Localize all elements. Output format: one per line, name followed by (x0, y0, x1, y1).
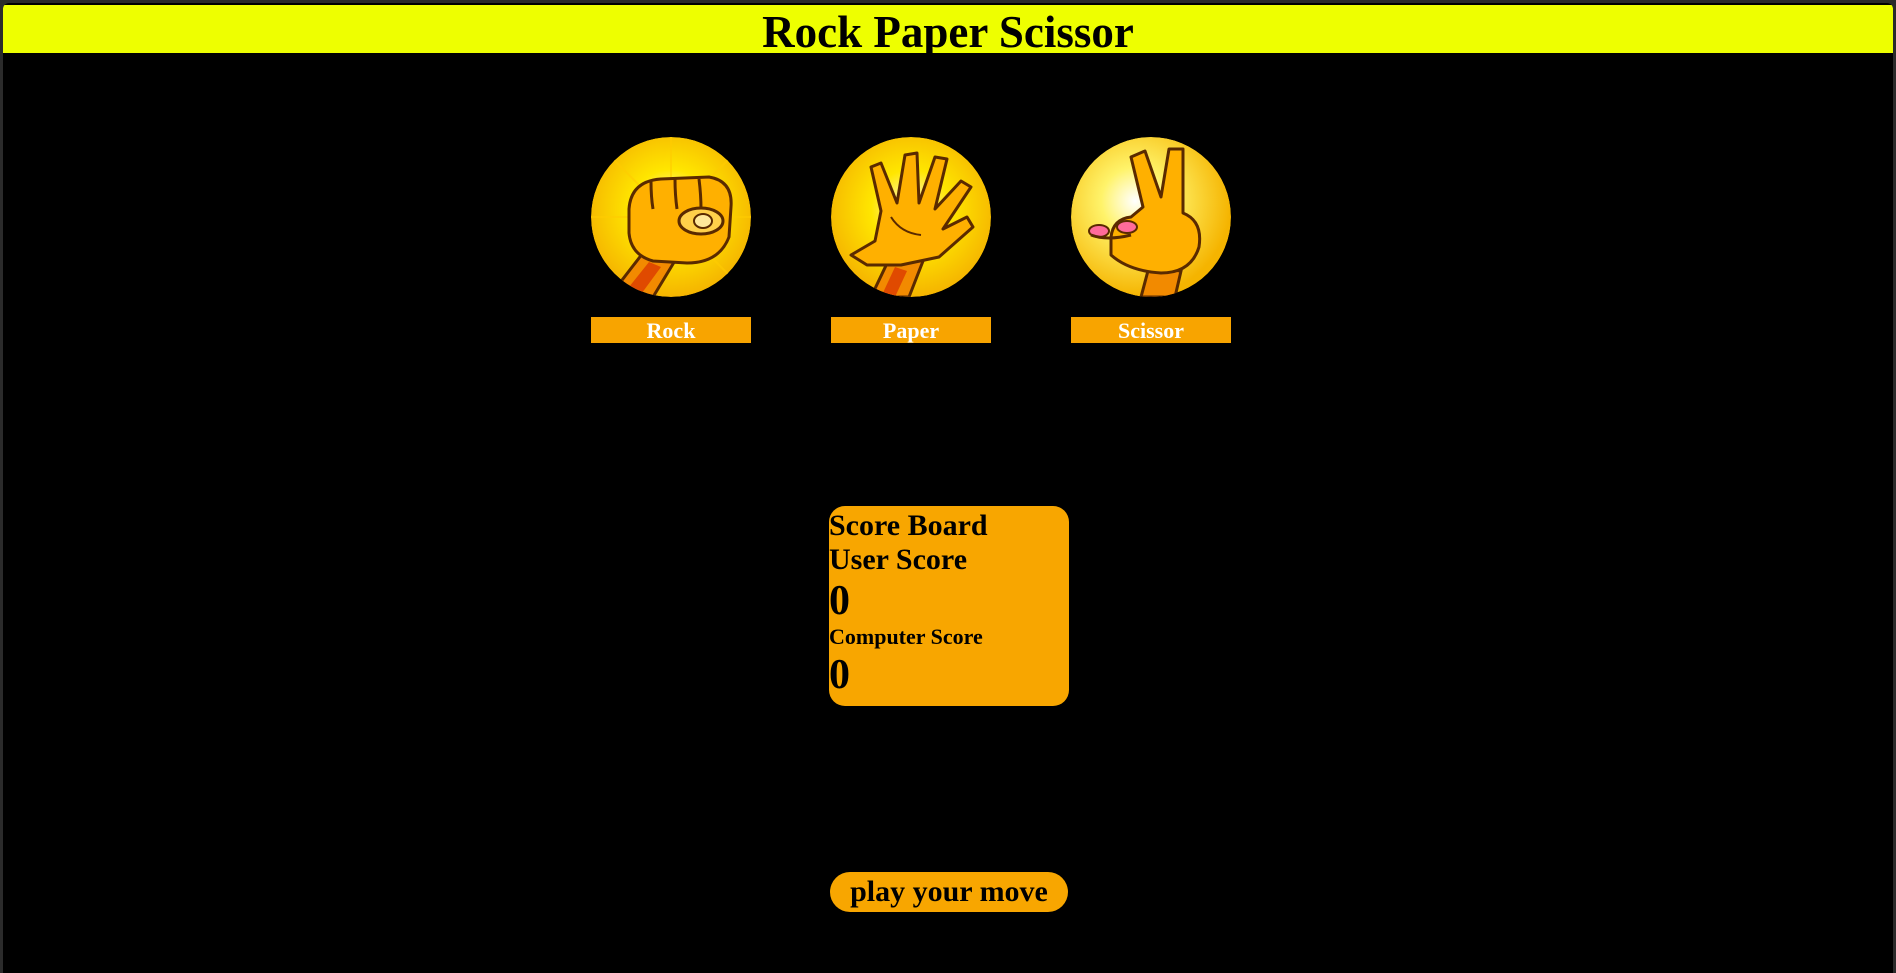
choice-scissor[interactable]: Scissor (1071, 137, 1231, 343)
scissor-hand-icon[interactable] (1071, 137, 1231, 297)
paper-open-hand-icon[interactable] (831, 137, 991, 297)
play-your-move-button[interactable]: play your move (830, 872, 1068, 912)
choice-label-paper[interactable]: Paper (831, 317, 991, 343)
choice-label-scissor[interactable]: Scissor (1071, 317, 1231, 343)
score-board-title: Score Board (829, 509, 988, 542)
choice-label-rock[interactable]: Rock (591, 317, 751, 343)
computer-score-label: Computer Score (829, 624, 983, 649)
choice-paper[interactable]: Paper (831, 137, 991, 343)
page-title: Rock Paper Scissor (762, 7, 1134, 57)
app-window: Rock Paper Scissor Rock Paper Scissor Sc… (3, 3, 1893, 973)
header-bar: Rock Paper Scissor (3, 5, 1893, 57)
rock-fist-icon[interactable] (591, 137, 751, 297)
computer-score-value: 0 (829, 652, 850, 698)
choice-rock[interactable]: Rock (591, 137, 751, 343)
user-score-value: 0 (829, 578, 850, 624)
score-board: Score Board User Score 0 Computer Score … (829, 506, 1069, 706)
user-score-label: User Score (829, 543, 968, 576)
